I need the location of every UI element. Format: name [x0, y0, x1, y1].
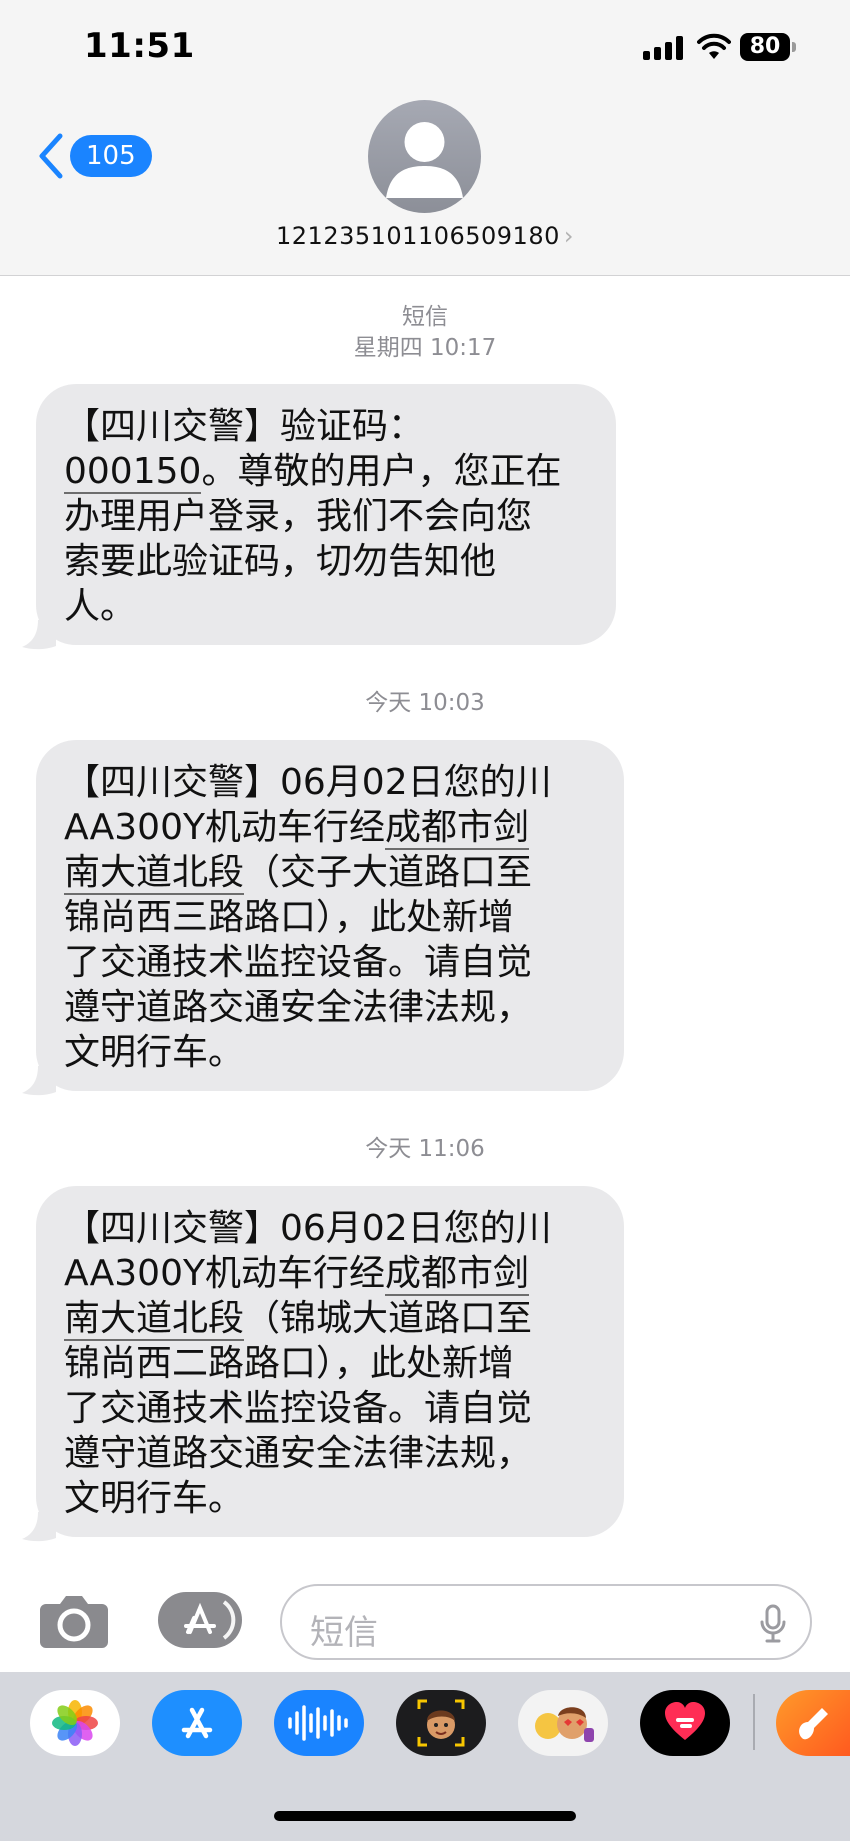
chevron-right-icon: › — [563, 222, 574, 250]
memoji-app[interactable] — [396, 1690, 486, 1756]
microphone-icon[interactable] — [760, 1604, 786, 1644]
message-bubble[interactable]: 【四川交警】06月02日您的川 AA300Y机动车行经成都市剑 南大道北段（锦城大… — [36, 1186, 624, 1537]
photos-app[interactable] — [30, 1690, 120, 1756]
message-text: （交子大道路口至 — [244, 852, 533, 893]
message-text: 遵守道路交通安全法律法规， — [64, 1433, 533, 1474]
apps-icon — [184, 1600, 236, 1640]
message-text: 。尊敬的用户，您正在 — [201, 451, 562, 492]
home-indicator[interactable] — [274, 1811, 576, 1821]
audio-message-app[interactable] — [274, 1690, 364, 1756]
message-timestamp: 今天 11:06 — [365, 1136, 485, 1162]
message-bubble[interactable]: 【四川交警】06月02日您的川 AA300Y机动车行经成都市剑 南大道北段（交子大… — [36, 740, 624, 1091]
message-text: 了交通技术监控设备。请自觉 — [64, 1388, 533, 1429]
garageband-icon — [799, 1708, 828, 1740]
message-text: 锦尚西三路路口），此处新增 — [64, 897, 515, 938]
memoji-stickers-app[interactable] — [518, 1690, 608, 1756]
camera-icon[interactable] — [38, 1592, 110, 1650]
service-label: 短信 — [402, 304, 448, 330]
message-text: AA300Y机动车行经 — [64, 1253, 385, 1294]
cellular-signal-icon — [643, 36, 685, 60]
digital-touch-icon — [665, 1702, 705, 1740]
input-placeholder: 短信 — [310, 1613, 378, 1653]
app-store-apps-button[interactable] — [158, 1592, 242, 1648]
message-timestamp: 今天 10:03 — [365, 690, 485, 716]
back-button[interactable]: 105 — [36, 128, 156, 184]
contact-avatar[interactable] — [368, 100, 481, 213]
message-input[interactable]: 短信 — [280, 1584, 812, 1660]
message-text: 索要此验证码，切勿告知他 — [64, 541, 497, 582]
audio-message-icon — [288, 1705, 348, 1741]
bubble-tail — [22, 620, 56, 650]
message-text: 文明行车。 — [64, 1032, 245, 1073]
message-text: 锦尚西二路路口），此处新增 — [64, 1343, 515, 1384]
memoji-stickers-icon — [535, 1707, 594, 1742]
person-icon — [386, 122, 463, 198]
unread-count-badge: 105 — [70, 135, 152, 177]
message-text: 【四川交警】06月02日您的川 — [64, 1208, 552, 1249]
digital-touch-app[interactable] — [640, 1690, 730, 1756]
app-store-icon — [181, 1707, 213, 1739]
message-timestamp: 星期四 10:17 — [353, 335, 497, 361]
message-text: 了交通技术监控设备。请自觉 — [64, 942, 533, 983]
message-text: 【四川交警】06月02日您的川 — [64, 762, 552, 803]
message-text: 人。 — [64, 586, 137, 627]
garageband-app[interactable] — [776, 1690, 850, 1756]
bubble-tail — [22, 1066, 56, 1096]
battery-tip — [792, 42, 796, 52]
chevron-left-icon — [39, 133, 63, 179]
drawer-separator — [753, 1694, 755, 1750]
photos-icon — [52, 1700, 98, 1746]
app-store-app[interactable] — [152, 1690, 242, 1756]
battery-icon: 80 — [740, 33, 790, 61]
message-text: （锦城大道路口至 — [244, 1298, 533, 1339]
message-text: 遵守道路交通安全法律法规， — [64, 987, 533, 1028]
bubble-tail — [22, 1512, 56, 1542]
message-bubble[interactable]: 【四川交警】验证码： 000150。尊敬的用户，您正在 办理用户登录，我们不会向… — [36, 384, 616, 645]
wifi-icon — [697, 33, 731, 59]
contact-number: 12123510110650918​0 — [276, 222, 560, 250]
message-text: 办理用户登录，我们不会向您 — [64, 496, 533, 537]
message-text: 文明行车。 — [64, 1478, 245, 1519]
message-text: AA300Y机动车行经 — [64, 807, 385, 848]
contact-details-link[interactable]: 12123510110650918​0 › — [0, 222, 850, 250]
message-text: 【四川交警】验证码： — [64, 406, 425, 447]
verification-code-link[interactable]: 000150 — [64, 451, 202, 494]
status-time: 11:51 — [84, 26, 195, 66]
conversation-header: 11:51 80 105 12123510110650918​0 › — [0, 0, 850, 276]
memoji-icon — [417, 1699, 465, 1747]
